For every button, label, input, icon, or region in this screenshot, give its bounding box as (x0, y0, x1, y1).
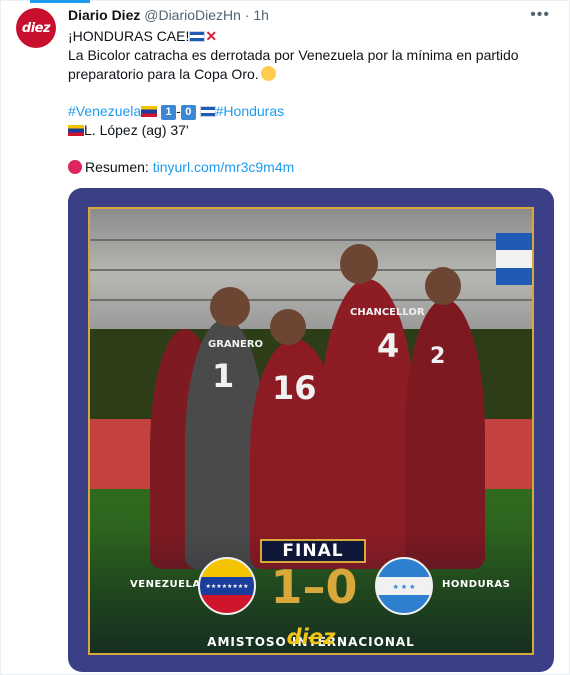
author-handle[interactable]: @DiarioDiezHn (144, 7, 241, 23)
honduras-flag-icon (199, 106, 216, 117)
resumen-label: Resumen: (85, 159, 149, 175)
player (320, 279, 415, 569)
player-head (210, 287, 250, 327)
avatar[interactable]: diez (16, 8, 56, 48)
tweet-media-image[interactable]: CHANCELLOR GRANERO 4 16 1 2 FINAL VENEZU… (68, 188, 554, 672)
shirt-number: 4 (377, 327, 400, 365)
away-score: 0 (325, 560, 358, 614)
honduras-flag-badge: ★ ★ ★ (375, 557, 433, 615)
hashtag-venezuela[interactable]: #Venezuela (68, 103, 141, 119)
avatar-text: diez (21, 20, 51, 36)
score-separator: – (302, 560, 326, 614)
away-team-label: HONDURAS (442, 579, 511, 590)
shirt-number: 1 (212, 357, 235, 395)
header-separator: · (244, 7, 250, 23)
cross-mark-icon: ✕ (205, 28, 218, 44)
venezuela-flag-icon (141, 106, 158, 117)
score-home-box: 1 (161, 105, 177, 120)
honduras-banner (496, 233, 532, 285)
home-team-label: VENEZUELA (130, 579, 201, 590)
player-head (270, 309, 306, 345)
player-head (425, 267, 461, 305)
author-name[interactable]: Diario Diez (68, 7, 140, 23)
shirt-name: CHANCELLOR (350, 307, 425, 318)
tweet-description: La Bicolor catracha es derrotada por Ven… (68, 47, 519, 82)
tweet-text: ¡HONDURAS CAE! ✕ La Bicolor catracha es d… (68, 27, 548, 177)
resumen-link[interactable]: tinyurl.com/mr3c9m4m (153, 159, 295, 175)
shirt-name: GRANERO (208, 339, 264, 350)
tweet-time[interactable]: 1h (253, 7, 269, 23)
honduras-flag-icon (189, 31, 206, 42)
venezuela-flag-badge: ★★★★★★★★ (198, 557, 256, 615)
scorer-text: L. López (ag) 37' (84, 122, 189, 138)
red-circle-icon (68, 160, 82, 174)
venezuela-flag-icon (68, 125, 84, 136)
headline: ¡HONDURAS CAE! (68, 28, 190, 44)
shirt-number: 16 (272, 369, 317, 407)
players-huddle: CHANCELLOR GRANERO 4 16 1 2 (140, 239, 496, 569)
home-score: 1 (270, 560, 303, 614)
hashtag-honduras[interactable]: #Honduras (216, 103, 285, 119)
final-score: 1–0 (264, 557, 364, 617)
player-head (340, 244, 378, 284)
shirt-number: 2 (430, 344, 446, 369)
top-accent-line (30, 0, 90, 3)
tweet-header: Diario Diez @DiarioDiezHn · 1h (68, 7, 530, 23)
diez-logo: diez (286, 625, 336, 649)
score-away-box: 0 (180, 105, 196, 120)
grimace-emoji-icon (260, 66, 276, 81)
match-graphic: CHANCELLOR GRANERO 4 16 1 2 FINAL VENEZU… (88, 207, 534, 655)
more-dots-icon[interactable]: ••• (530, 6, 550, 24)
